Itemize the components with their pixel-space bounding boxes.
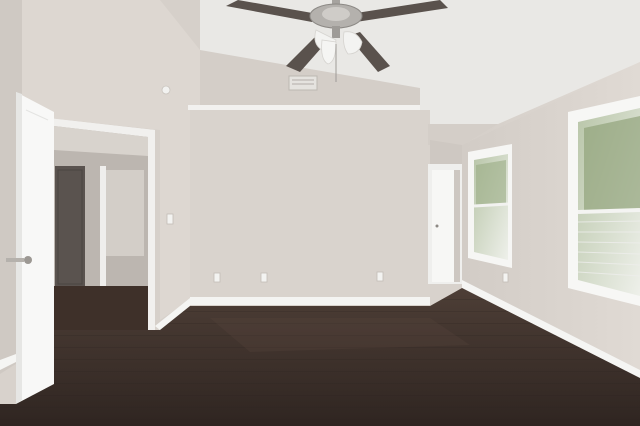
smoke-detector-icon: [161, 85, 171, 95]
empty-room-photo: [0, 0, 640, 426]
window-middle: [468, 144, 512, 268]
back-wall: [188, 50, 430, 305]
door-handle-icon[interactable]: [24, 256, 32, 264]
outlet-icon: [376, 271, 384, 282]
light-switch-icon: [166, 213, 174, 225]
vent-icon: [288, 75, 318, 91]
baseboard-back: [190, 297, 430, 305]
room-illustration: [0, 0, 640, 426]
outlet-icon: [260, 272, 268, 283]
hallway-doorway: [48, 118, 155, 330]
side-doorway: [428, 164, 462, 284]
outlet-icon: [502, 272, 509, 283]
outlet-icon: [213, 272, 221, 283]
closet-door: [432, 170, 454, 282]
ledge-trim: [188, 105, 420, 110]
window-right: [568, 96, 640, 306]
hallway-door: [55, 166, 85, 288]
hallway-far-room: [104, 170, 144, 256]
